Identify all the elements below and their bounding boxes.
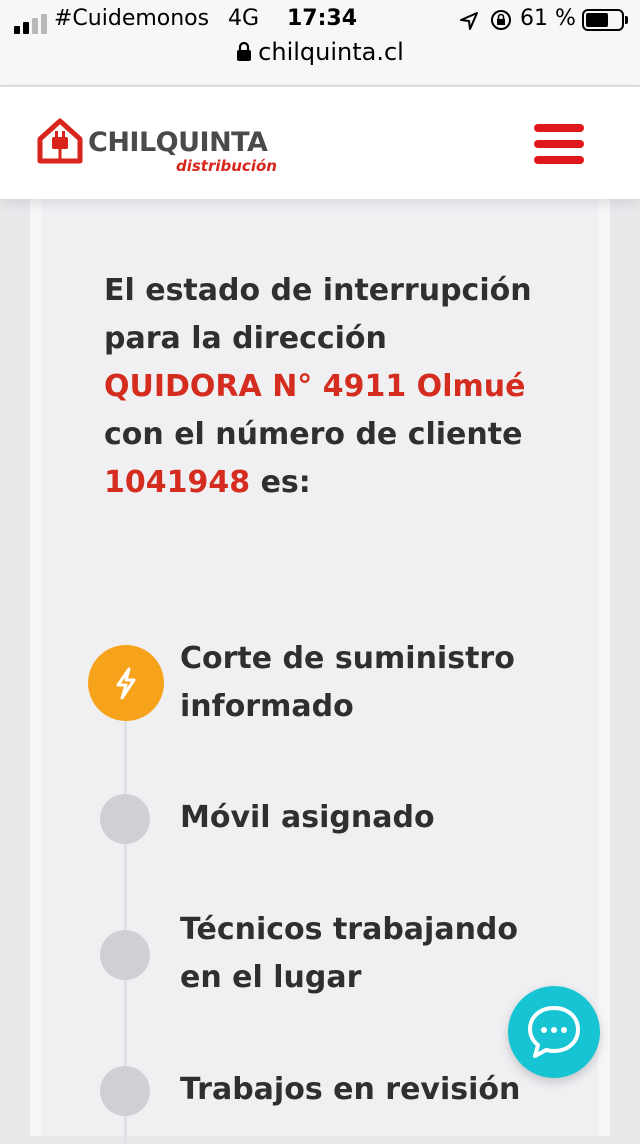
house-plug-icon: [37, 118, 83, 164]
step-label: Técnicos trabajando en el lugar: [180, 912, 519, 995]
address-value: QUIDORA N° 4911 Olmué: [104, 369, 526, 404]
chat-button[interactable]: [508, 986, 600, 1078]
network-type: 4G: [228, 6, 260, 31]
client-number-value: 1041948: [104, 465, 251, 500]
carrier-name: #Cuidemonos: [54, 6, 210, 31]
status-line-2: para la dirección: [104, 321, 387, 356]
step-label: Móvil asignado: [180, 800, 435, 835]
status-line-4: con el número de cliente: [104, 417, 523, 452]
site-header: CHILQUINTA distribución: [0, 87, 640, 199]
status-description: El estado de interrupción para la direcc…: [104, 267, 554, 507]
address-bar[interactable]: chilquinta.cl: [0, 38, 640, 74]
url-text: chilquinta.cl: [258, 38, 404, 66]
battery-percent: 61 %: [520, 6, 576, 31]
hamburger-menu-icon[interactable]: [534, 124, 584, 164]
step-status-dot-active: [88, 645, 164, 721]
rotation-lock-icon: [491, 10, 511, 30]
step-label: Trabajos en revisión: [180, 1072, 521, 1107]
step-status-dot: [100, 794, 150, 844]
step-label: Corte de suministro informado: [180, 641, 515, 724]
location-arrow-icon: [460, 12, 478, 30]
clock: 17:34: [287, 6, 358, 31]
step-status-dot: [100, 930, 150, 980]
battery-icon: [582, 9, 628, 31]
status-line-1: El estado de interrupción: [104, 273, 532, 308]
logo-subtitle: distribución: [176, 157, 277, 175]
status-suffix: es:: [250, 465, 311, 500]
chilquinta-logo[interactable]: CHILQUINTA distribución: [36, 117, 277, 177]
lightning-icon: [116, 667, 136, 700]
logo-name: CHILQUINTA: [88, 127, 268, 158]
padlock-icon: [237, 42, 252, 61]
signal-icon: [14, 14, 50, 34]
chat-bubble-icon: [528, 1006, 580, 1058]
step-status-dot: [100, 1066, 150, 1116]
ios-status-bar: #Cuidemonos 4G 17:34 61 % chilquinta.cl: [0, 0, 640, 86]
